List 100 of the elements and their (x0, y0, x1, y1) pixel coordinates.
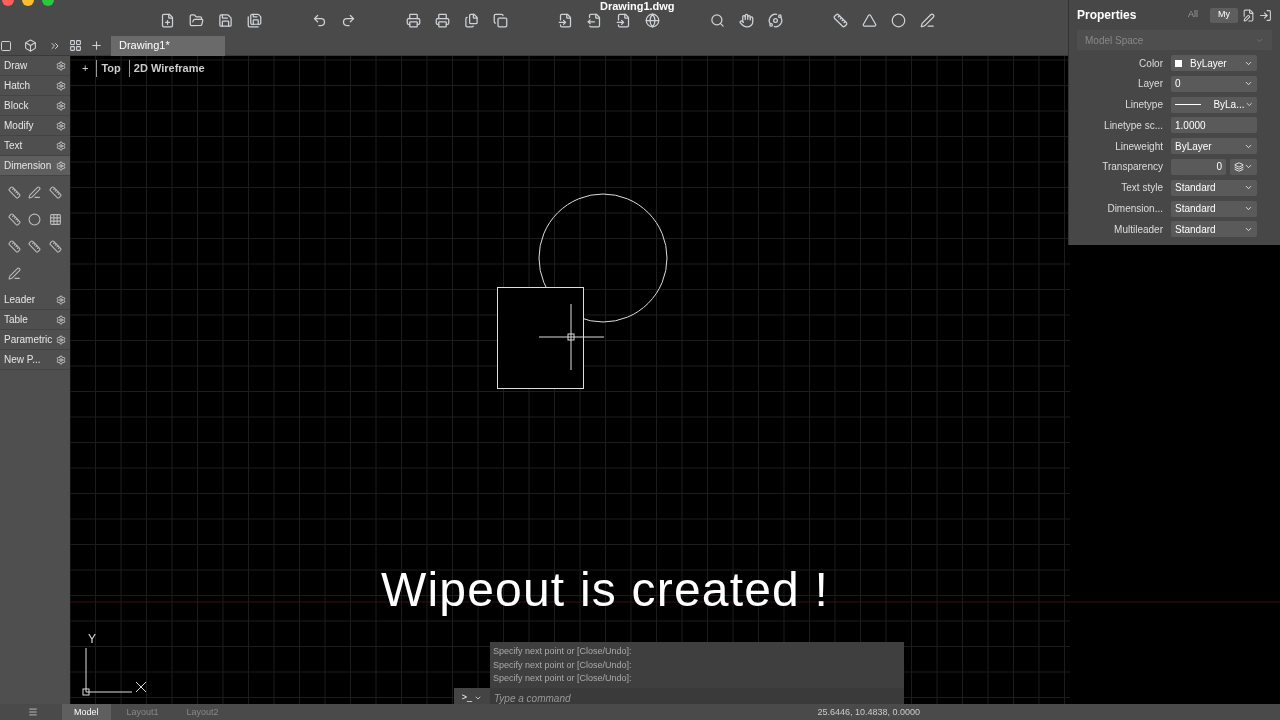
pencil-icon[interactable] (28, 186, 42, 199)
layer-dropdown[interactable] (1230, 159, 1257, 175)
settings-icon[interactable] (56, 100, 66, 111)
redo-icon[interactable] (341, 12, 356, 28)
exit-icon[interactable] (1259, 8, 1272, 22)
printer-icon[interactable] (435, 12, 450, 28)
dropdown-value: Standard (1175, 202, 1216, 217)
globe-icon[interactable] (645, 12, 660, 28)
settings-icon[interactable] (56, 80, 66, 91)
settings-icon[interactable] (56, 354, 66, 365)
document-tab[interactable]: Drawing1* (111, 35, 225, 56)
table-icon[interactable] (49, 213, 63, 226)
orbit-icon[interactable] (768, 12, 783, 28)
property-label: Color (1138, 56, 1163, 71)
property-label: Multileader (1113, 222, 1163, 237)
transparency-field[interactable]: 0 (1171, 159, 1226, 175)
printer-icon[interactable] (406, 12, 421, 28)
dimension-icon[interactable] (7, 213, 21, 226)
settings-icon[interactable] (56, 160, 66, 171)
settings-icon[interactable] (56, 140, 66, 151)
input-field[interactable]: 1.0000 (1171, 117, 1257, 134)
section-label: Text (4, 139, 23, 153)
dimension-icon[interactable] (7, 186, 21, 199)
dropdown-value: Standard (1175, 181, 1216, 196)
panel-title: Properties (1077, 7, 1137, 24)
pages-icon[interactable] (464, 12, 479, 28)
settings-icon[interactable] (56, 314, 66, 325)
circle-icon[interactable] (28, 213, 42, 226)
new-file-icon[interactable] (160, 12, 175, 28)
property-label: Text style (1120, 181, 1163, 196)
viewport-control[interactable]: 2D Wireframe (128, 60, 205, 77)
property-label: Transparency (1101, 160, 1163, 175)
property-label: Linetype sc... (1103, 118, 1163, 133)
dropdown[interactable]: Standard (1171, 179, 1257, 196)
section-label: Leader (4, 293, 36, 307)
dimension-icon[interactable] (7, 240, 21, 253)
dropdown[interactable]: ByLayer (1171, 138, 1257, 155)
export-icon[interactable] (587, 12, 602, 28)
filter-tab[interactable]: My (1210, 7, 1238, 23)
section-label: Dimension (4, 159, 52, 173)
dropdown[interactable]: Standard (1171, 200, 1257, 217)
command-history-line: Specify next point or [Close/Undo]: (493, 658, 633, 672)
section-label: Table (4, 313, 28, 327)
command-history-line: Specify next point or [Close/Undo]: (493, 672, 633, 685)
property-label: Lineweight (1114, 139, 1163, 154)
linetype-dropdown[interactable]: ByLa... (1171, 96, 1257, 113)
layers-icon (1234, 162, 1244, 172)
section-label: Block (4, 99, 29, 113)
edit-icon[interactable] (1242, 8, 1255, 22)
import-icon[interactable] (558, 12, 573, 28)
settings-icon[interactable] (56, 120, 66, 131)
crosshair-cursor (538, 303, 605, 371)
distance-icon[interactable] (833, 12, 848, 28)
dropdown-value: ByLayer (1190, 56, 1227, 71)
circle-icon[interactable] (891, 12, 906, 28)
command-input[interactable]: Type a command (490, 688, 904, 704)
add-tab-icon[interactable] (90, 39, 103, 52)
property-label: Linetype (1124, 98, 1163, 113)
settings-icon[interactable] (56, 60, 66, 71)
dimension-icon[interactable] (49, 240, 63, 253)
caret-icon (474, 694, 483, 702)
dimension-icon[interactable] (49, 186, 63, 199)
section-label: New P... (4, 353, 41, 367)
y-axis-label: Y (88, 631, 96, 648)
viewport-icon[interactable] (0, 39, 12, 52)
property-label: Layer (1137, 77, 1163, 92)
settings-icon[interactable] (56, 334, 66, 345)
dropdown-value: Standard (1175, 222, 1216, 237)
color-swatch-icon (1175, 59, 1182, 67)
video-caption: Wipeout is created ! (379, 566, 831, 614)
dropdown-value: ByLayer (1175, 139, 1212, 154)
save-icon[interactable] (218, 12, 233, 28)
viewport-control[interactable]: Top (96, 60, 121, 77)
viewport-control[interactable]: + (82, 60, 89, 77)
folder-icon[interactable] (189, 12, 204, 28)
settings-icon[interactable] (56, 294, 66, 305)
undo-icon[interactable] (312, 12, 327, 28)
coordinates: 25.6446, 10.4838, 0.0000 (817, 707, 920, 717)
section-label: Parametric (4, 333, 53, 347)
layout-tab[interactable]: Model (62, 704, 111, 720)
search-icon[interactable] (710, 12, 725, 28)
cube-icon[interactable] (24, 39, 37, 52)
dropdown-value: 0 (1175, 77, 1181, 92)
document-icon[interactable] (616, 12, 631, 28)
pages-icon[interactable] (493, 12, 508, 28)
menu-icon[interactable] (28, 707, 38, 717)
dropdown[interactable]: Standard (1171, 221, 1257, 238)
dropdown[interactable]: 0 (1171, 75, 1257, 92)
color-dropdown[interactable]: ByLayer (1171, 55, 1257, 71)
command-history-line: Specify next point or [Close/Undo]: (493, 645, 633, 658)
section-label: Hatch (4, 79, 31, 93)
pan-icon[interactable] (739, 12, 754, 28)
dropdown-value: ByLa... (1213, 98, 1245, 113)
save-as-icon[interactable] (247, 12, 262, 28)
command-prompt-button[interactable]: >_ (454, 688, 490, 704)
window-title: Drawing1.dwg (600, 1, 675, 12)
section-label: Modify (4, 119, 34, 133)
grid-icon[interactable] (69, 39, 82, 52)
line-sample-icon (1175, 104, 1202, 106)
palette-section[interactable]: Dimension (0, 156, 70, 176)
